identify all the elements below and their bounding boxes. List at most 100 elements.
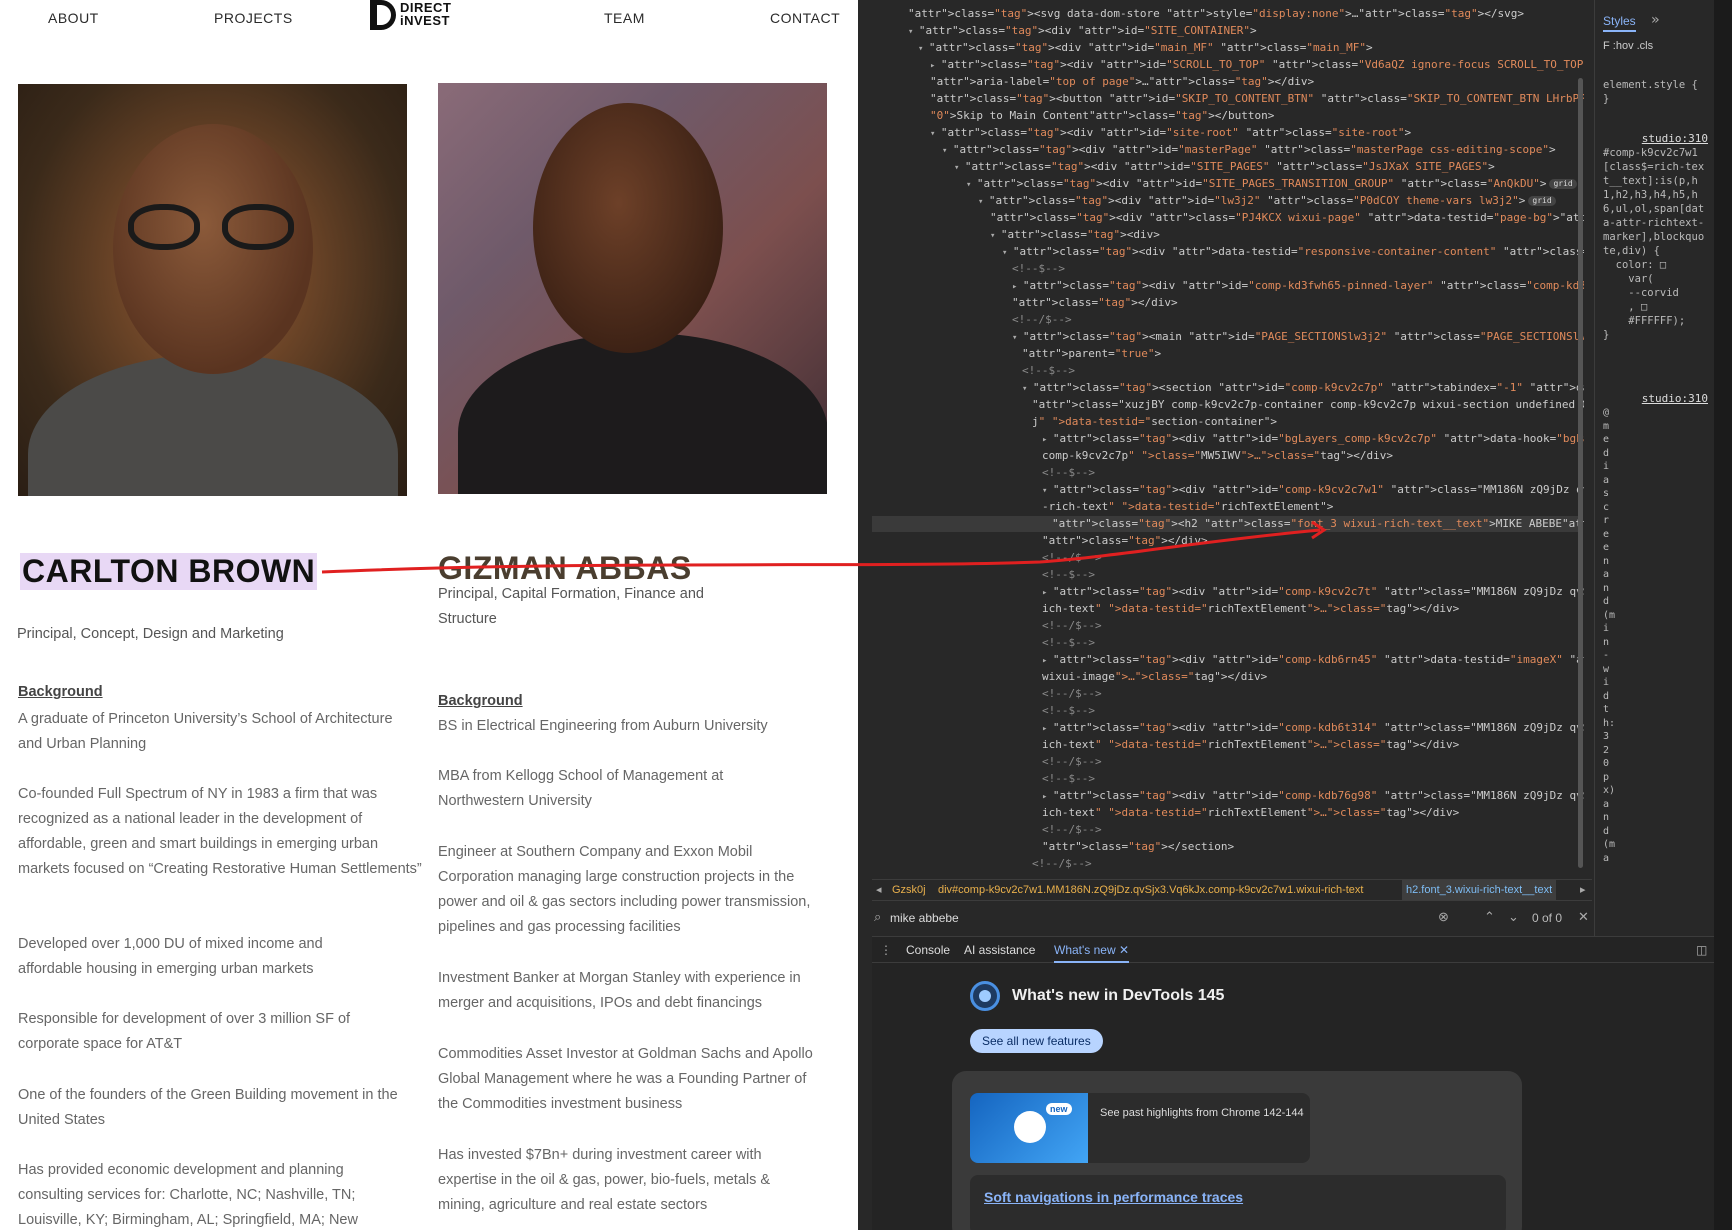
dom-node-line[interactable]: <!--/$-->	[1042, 822, 1102, 838]
dom-node-line[interactable]: ▾ "attr">class="tag"><div "attr">id="SIT…	[954, 159, 1495, 176]
dom-node-line[interactable]: "attr">class="tag"><button "attr">id="SK…	[930, 91, 1584, 107]
dom-node-line[interactable]: ich-text" ">data-testid="richTextElement…	[1042, 737, 1459, 753]
dom-node-line[interactable]: "attr">class="tag"><svg data-dom-store "…	[908, 6, 1524, 22]
tab-styles[interactable]: Styles	[1603, 14, 1636, 32]
dom-node-line[interactable]: ich-text" ">data-testid="richTextElement…	[1042, 601, 1459, 617]
dom-node-line[interactable]: <!--/$-->	[1042, 686, 1102, 702]
play-icon	[1014, 1111, 1046, 1143]
element-style-rule: element.style { }	[1603, 79, 1698, 105]
dom-node-line[interactable]: ▾ "attr">class="tag"><main "attr">id="PA…	[1012, 329, 1584, 346]
past-highlights-video[interactable]: new See past highlights from Chrome 142-…	[970, 1093, 1310, 1163]
dom-node-line[interactable]: ▸ "attr">class="tag"><div "attr">id="com…	[1042, 652, 1584, 669]
clear-search-icon[interactable]: ⊗	[1438, 909, 1449, 925]
dom-node-line[interactable]: <!--$-->	[1042, 567, 1095, 583]
dom-node-line[interactable]: <!--/$-->	[1042, 550, 1102, 566]
see-all-features-button[interactable]: See all new features	[970, 1029, 1103, 1053]
dock-icon[interactable]: ◫	[1696, 943, 1707, 957]
dom-node-line[interactable]: "attr">aria-label="top of page">…"attr">…	[930, 74, 1314, 90]
close-tab-icon[interactable]: ✕	[1119, 943, 1129, 957]
tab-whats-new[interactable]: What's new ✕	[1054, 943, 1130, 963]
dom-node-line[interactable]: <!--$-->	[1042, 635, 1095, 651]
dom-node-line[interactable]: ▾ "attr">class="tag"><div "attr">id="SIT…	[966, 176, 1577, 193]
person1-background-title: Background	[18, 684, 103, 700]
dom-node-line[interactable]: ▾ "attr">class="tag"><section "attr">id=…	[1022, 380, 1584, 397]
person2-para-4: Investment Banker at Morgan Stanley with…	[438, 970, 801, 1011]
dom-node-line[interactable]: <!--/$-->	[1032, 856, 1092, 872]
dom-node-line[interactable]: "attr">class="tag"></div>	[1042, 533, 1208, 549]
dom-node-line[interactable]: "attr">parent="true">	[1022, 346, 1161, 362]
dom-node-line[interactable]: <!--$-->	[1012, 261, 1065, 277]
dom-node-line[interactable]: <!--$-->	[1022, 363, 1075, 379]
soft-navigations-link[interactable]: Soft navigations in performance traces	[984, 1189, 1243, 1205]
styles-pane: Styles » F :hov .cls element.style { } s…	[1594, 0, 1718, 940]
styles-filter[interactable]: F :hov .cls	[1603, 40, 1709, 52]
person2-para-6: Has invested $7Bn+ during investment car…	[438, 1147, 771, 1213]
dom-node-line[interactable]: ▾ "attr">class="tag"><div>	[990, 227, 1160, 244]
dom-node-line[interactable]: ich-text" ">data-testid="richTextElement…	[1042, 805, 1459, 821]
dom-node-line[interactable]: "attr">class="tag"></section>	[1042, 839, 1234, 855]
dom-node-line[interactable]: ▾ "attr">class="tag"><div "attr">id="com…	[1042, 482, 1584, 499]
drawer-menu-icon[interactable]: ⋮	[880, 943, 892, 957]
dom-node-line[interactable]: <!--$-->	[1042, 703, 1095, 719]
dom-node-line[interactable]: wixui-image">…">class="tag"></div>	[1042, 669, 1267, 685]
dom-node-line[interactable]: j" ">data-testid="section-container">	[1032, 414, 1277, 430]
dom-node-line[interactable]: ▸ "attr">class="tag"><div "attr">id="SCR…	[930, 57, 1584, 74]
dom-node-line[interactable]: <!--/$-->	[1042, 754, 1102, 770]
style-source-link-2[interactable]: studio:310	[1642, 392, 1708, 405]
style-source-link-1[interactable]: studio:310	[1642, 132, 1708, 145]
person1-para-6: Has provided economic development and pl…	[18, 1162, 358, 1228]
nav-about[interactable]: ABOUT	[48, 10, 99, 26]
dom-node-line[interactable]: "0">Skip to Main Content"attr">class="ta…	[930, 108, 1274, 124]
devtools-drawer: ⋮ Console AI assistance What's new ✕ ◫ ✕…	[872, 936, 1732, 1230]
dom-node-line[interactable]: ▸ "attr">class="tag"><div "attr">id="com…	[1012, 278, 1584, 295]
video-thumbnail: new	[970, 1093, 1088, 1163]
devtools-panel: "attr">class="tag"><svg data-dom-store "…	[858, 0, 1732, 1230]
dom-node-line[interactable]: ▾ "attr">class="tag"><div "attr">id="mas…	[942, 142, 1556, 159]
close-search-icon[interactable]: ✕	[1578, 909, 1589, 925]
dom-node-line[interactable]: -rich-text" ">data-testid="richTextEleme…	[1042, 499, 1333, 515]
dom-node-line[interactable]: comp-k9cv2c7p" ">class="MW5IWV">…">class…	[1042, 448, 1393, 464]
breadcrumb-item-3[interactable]: h2.font_3.wixui-rich-text__text	[1402, 880, 1557, 900]
person1-role: Principal, Concept, Design and Marketing	[17, 626, 284, 642]
breadcrumb-item-2[interactable]: div#comp-k9cv2c7w1.MM186N.zQ9jDz.qvSjx3.…	[938, 880, 1363, 900]
dom-node-line[interactable]: ▾ "attr">class="tag"><div "attr">id="mai…	[918, 40, 1373, 57]
nav-projects[interactable]: PROJECTS	[214, 10, 293, 26]
chrome-devtools-icon	[970, 981, 1000, 1011]
person1-para-5: One of the founders of the Green Buildin…	[18, 1087, 398, 1128]
breadcrumb: ◂ Gzsk0j div#comp-k9cv2c7w1.MM186N.zQ9jD…	[872, 879, 1592, 901]
breadcrumb-left-icon[interactable]: ◂	[876, 880, 882, 900]
dom-node-selected[interactable]: "attr">class="tag"><h2 "attr">class="fon…	[872, 516, 1584, 532]
dom-node-line[interactable]: ▾ "attr">class="tag"><div "attr">id="SIT…	[908, 23, 1257, 40]
dom-node-line[interactable]: <!--/$-->	[1042, 618, 1102, 634]
person1-para-2: Co-founded Full Spectrum of NY in 1983 a…	[18, 786, 422, 877]
dom-node-line[interactable]: <!--/$-->	[1012, 312, 1072, 328]
gizman-abbas-photo	[438, 83, 827, 494]
person2-para-2: MBA from Kellogg School of Management at…	[438, 768, 724, 809]
breadcrumb-item-1[interactable]: Gzsk0j	[892, 880, 926, 900]
more-tabs-icon[interactable]: »	[1651, 12, 1659, 28]
nav-team[interactable]: TEAM	[604, 10, 645, 26]
dom-node-line[interactable]: ▾ "attr">class="tag"><div "attr">id="sit…	[930, 125, 1411, 142]
dom-node-line[interactable]: "attr">class="xuzjBY comp-k9cv2c7p-conta…	[1032, 397, 1584, 413]
dom-node-line[interactable]: ▾ "attr">class="tag"><div "attr">data-te…	[1002, 244, 1584, 261]
dom-node-line[interactable]: "attr">class="tag"><div "attr">class="PJ…	[990, 210, 1584, 226]
elements-scrollbar[interactable]	[1578, 78, 1583, 868]
feature-item: Soft navigations in performance traces	[970, 1175, 1506, 1230]
search-input[interactable]	[890, 909, 1350, 927]
dom-node-line[interactable]: ▸ "attr">class="tag"><div "attr">id="com…	[1042, 720, 1584, 737]
dom-node-line[interactable]: ▸ "attr">class="tag"><div "attr">id="com…	[1042, 788, 1584, 805]
direct-invest-logo[interactable]: DIRECT iNVEST	[370, 0, 466, 30]
tab-ai-assistance[interactable]: AI assistance	[964, 943, 1035, 957]
dom-node-line[interactable]: <!--$-->	[1042, 465, 1095, 481]
elements-tree[interactable]: "attr">class="tag"><svg data-dom-store "…	[872, 0, 1584, 872]
nav-contact[interactable]: CONTACT	[770, 10, 840, 26]
breadcrumb-right-icon[interactable]: ▸	[1580, 880, 1586, 900]
dom-node-line[interactable]: ▾ "attr">class="tag"><div "attr">id="lw3…	[978, 193, 1556, 210]
dom-node-line[interactable]: "attr">class="tag"></div>	[1012, 295, 1178, 311]
dom-node-line[interactable]: ▸ "attr">class="tag"><div "attr">id="bgL…	[1042, 431, 1584, 448]
dom-node-line[interactable]: ▸ "attr">class="tag"><div "attr">id="com…	[1042, 584, 1584, 601]
next-match-icon[interactable]: ⌄	[1508, 909, 1519, 925]
previous-match-icon[interactable]: ⌃	[1484, 909, 1495, 925]
tab-console[interactable]: Console	[906, 943, 950, 957]
dom-node-line[interactable]: <!--$-->	[1042, 771, 1095, 787]
